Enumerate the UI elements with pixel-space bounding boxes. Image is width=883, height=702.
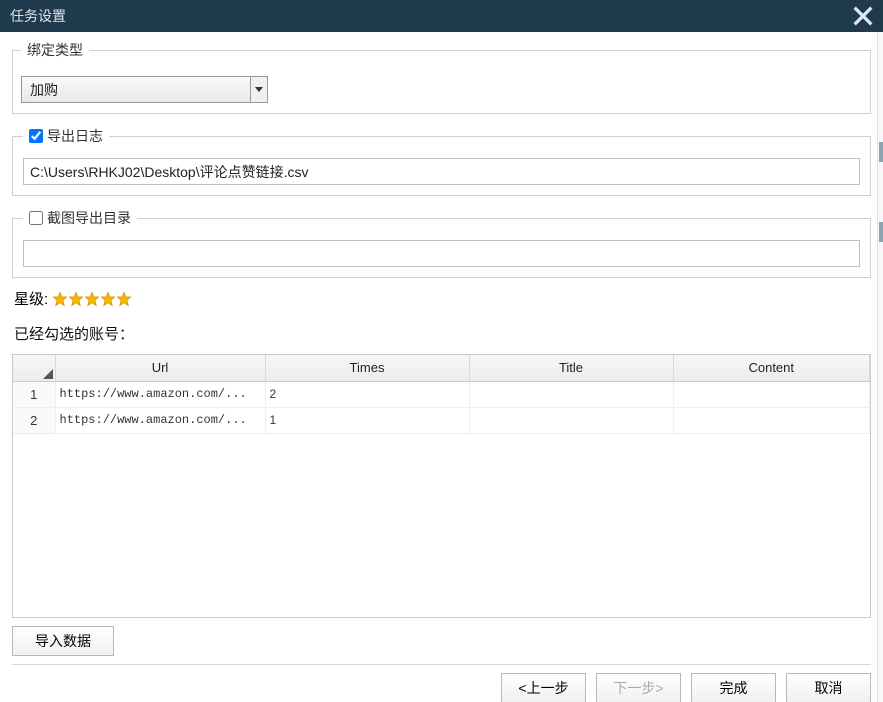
cell-title[interactable] [469, 407, 673, 433]
task-settings-window: 任务设置 绑定类型 加购 导出日志 截图导出目录 [0, 0, 883, 702]
bind-type-legend: 绑定类型 [21, 38, 89, 62]
table-row[interactable]: 1 https://www.amazon.com/... 2 [13, 381, 870, 407]
cell-url[interactable]: https://www.amazon.com/... [55, 381, 265, 407]
col-url[interactable]: Url [55, 355, 265, 381]
screenshot-dir-checkbox[interactable] [29, 211, 43, 225]
cancel-button[interactable]: 取消 [786, 673, 871, 702]
table-row[interactable]: 2 https://www.amazon.com/... 1 [13, 407, 870, 433]
next-button: 下一步> [596, 673, 681, 702]
export-log-legend: 导出日志 [23, 124, 109, 148]
chevron-down-icon [255, 87, 263, 92]
screenshot-dir-legend: 截图导出目录 [23, 206, 137, 230]
rating-stars[interactable] [52, 291, 132, 307]
star-icon [68, 291, 84, 307]
col-times[interactable]: Times [265, 355, 469, 381]
close-button[interactable] [853, 6, 873, 26]
wizard-footer: <上一步 下一步> 完成 取消 [12, 664, 871, 702]
cell-rownum: 2 [13, 407, 55, 433]
export-log-path-input[interactable] [23, 158, 860, 185]
bind-type-fieldset: 绑定类型 加购 [12, 38, 871, 114]
scrollbar-track[interactable] [877, 32, 883, 702]
rating-label: 星级: [14, 288, 48, 309]
cell-url[interactable]: https://www.amazon.com/... [55, 407, 265, 433]
export-log-fieldset: 导出日志 [12, 124, 871, 196]
titlebar: 任务设置 [0, 0, 883, 32]
star-icon [52, 291, 68, 307]
star-icon [116, 291, 132, 307]
screenshot-dir-path-input[interactable] [23, 240, 860, 267]
export-log-label: 导出日志 [47, 126, 103, 146]
scrollbar-stub [879, 142, 883, 162]
rating-row: 星级: [14, 288, 871, 309]
star-icon [84, 291, 100, 307]
screenshot-dir-label: 截图导出目录 [47, 208, 131, 228]
finish-button[interactable]: 完成 [691, 673, 776, 702]
cell-title[interactable] [469, 381, 673, 407]
window-title: 任务设置 [10, 6, 66, 26]
cell-rownum: 1 [13, 381, 55, 407]
screenshot-dir-fieldset: 截图导出目录 [12, 206, 871, 278]
table-header-row: Url Times Title Content [13, 355, 870, 381]
import-data-button[interactable]: 导入数据 [12, 626, 114, 656]
bind-type-selected: 加购 [22, 77, 250, 102]
bind-type-combobox[interactable]: 加购 [21, 76, 268, 103]
scrollbar-stub [879, 222, 883, 242]
accounts-table[interactable]: Url Times Title Content 1 https://www.am… [12, 354, 871, 618]
col-title[interactable]: Title [469, 355, 673, 381]
bind-type-dropdown-button[interactable] [250, 77, 267, 102]
cell-times[interactable]: 1 [265, 407, 469, 433]
prev-button[interactable]: <上一步 [501, 673, 586, 702]
selected-accounts-label: 已经勾选的账号： [14, 323, 871, 344]
cell-content[interactable] [673, 407, 870, 433]
export-log-checkbox[interactable] [29, 129, 43, 143]
content-area: 绑定类型 加购 导出日志 截图导出目录 星级: [0, 32, 883, 702]
cell-times[interactable]: 2 [265, 381, 469, 407]
cell-content[interactable] [673, 381, 870, 407]
close-icon [853, 6, 873, 26]
col-content[interactable]: Content [673, 355, 870, 381]
col-rownum[interactable] [13, 355, 55, 381]
star-icon [100, 291, 116, 307]
import-row: 导入数据 [12, 626, 871, 656]
